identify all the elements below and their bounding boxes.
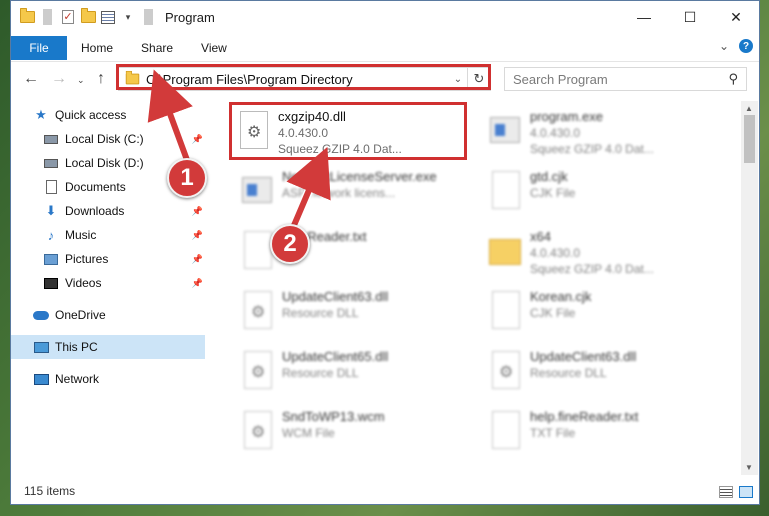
callout-badge-1: 1 xyxy=(167,158,207,198)
callout-badge-2: 2 xyxy=(270,224,310,264)
annotation-arrows xyxy=(147,69,331,235)
arrow-to-file-inner xyxy=(286,146,331,233)
arrow-to-address-bar-inner xyxy=(147,69,193,163)
